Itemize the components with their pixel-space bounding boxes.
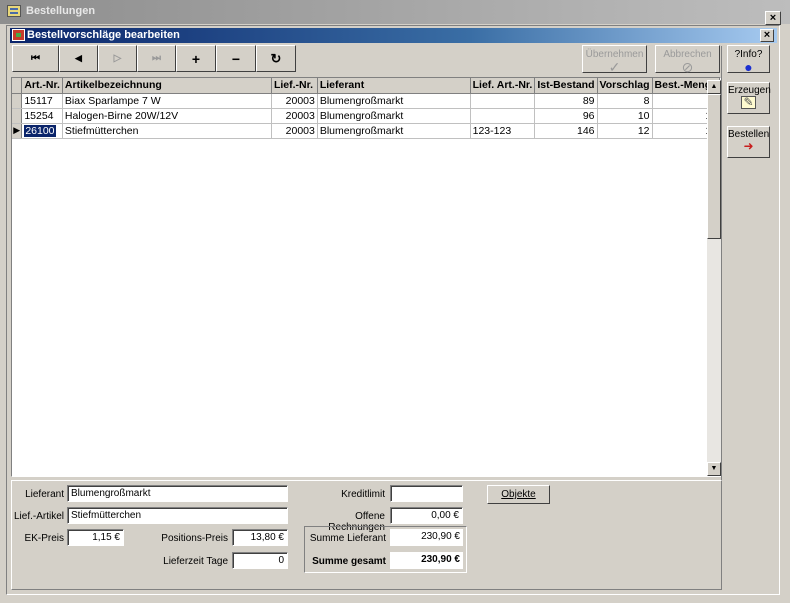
order-button[interactable]: Bestellen ➜	[727, 126, 770, 158]
col-ist-bestand[interactable]: Ist-Bestand	[534, 78, 598, 94]
window-close-button[interactable]: ×	[765, 11, 781, 25]
summe-gesamt-label: Summe gesamt	[312, 556, 386, 567]
next-icon: ▷	[113, 53, 122, 64]
summe-gesamt-field: 230,90 €	[390, 552, 463, 569]
refresh-icon: ↻	[270, 50, 282, 66]
lief-artikel-label: Lief.-Artikel	[14, 511, 65, 522]
objekte-label: Objekte	[501, 489, 536, 500]
col-lieferant[interactable]: Lieferant	[317, 78, 471, 94]
cell-lief-nr[interactable]: 20003	[271, 108, 318, 124]
order-proposals-grid[interactable]: Art.-Nr. Artikelbezeichnung Lief.-Nr. Li…	[11, 77, 721, 477]
cell-lieferant[interactable]: Blumengroßmarkt	[317, 123, 471, 139]
apply-button[interactable]: Übernehmen ✓	[582, 45, 647, 75]
info-icon: ●	[744, 59, 753, 75]
scroll-thumb[interactable]	[707, 94, 721, 239]
cell-lief-art-nr[interactable]	[470, 108, 536, 124]
cell-lieferant[interactable]: Blumengroßmarkt	[317, 93, 471, 109]
cell-vorschlag[interactable]: 12	[597, 123, 653, 139]
kreditlimit-field[interactable]	[390, 485, 463, 502]
create-button[interactable]: Erzeugen ✎	[727, 82, 771, 114]
add-record-button[interactable]: +	[176, 45, 216, 72]
prev-record-button[interactable]: ◀	[59, 45, 98, 72]
table-row[interactable]: 15117 Biax Sparlampe 7 W 20003 Blumengro…	[12, 93, 720, 109]
prev-icon: ◀	[75, 53, 82, 63]
col-lief-nr[interactable]: Lief.-Nr.	[271, 78, 318, 94]
row-indicator	[12, 93, 23, 109]
subwindow-icon	[12, 29, 25, 41]
selected-art-nr[interactable]: 26100	[24, 124, 56, 137]
cell-art-nr[interactable]: 15254	[21, 108, 63, 124]
summe-lieferant-label: Summe Lieferant	[309, 533, 386, 544]
cell-lief-art-nr[interactable]	[470, 93, 536, 109]
lieferant-label: Lieferant	[25, 489, 64, 500]
window-title: Bestellungen	[26, 5, 96, 17]
col-lief-art-nr[interactable]: Lief. Art.-Nr.	[470, 78, 536, 94]
positions-preis-field[interactable]: 13,80 €	[232, 529, 288, 546]
next-record-button[interactable]: ▷	[98, 45, 137, 72]
cell-ist-bestand[interactable]: 89	[534, 93, 598, 109]
col-art-nr[interactable]: Art.-Nr.	[21, 78, 63, 94]
lieferzeit-label: Lieferzeit Tage	[163, 556, 228, 567]
subwindow-title-bar: Bestellvorschläge bearbeiten	[10, 28, 777, 43]
window-title-bar: Bestellungen	[0, 0, 790, 24]
refresh-button[interactable]: ↻	[256, 45, 296, 72]
ek-preis-field[interactable]: 1,15 €	[67, 529, 124, 546]
minus-icon: −	[231, 50, 241, 67]
col-vorschlag[interactable]: Vorschlag	[597, 78, 653, 94]
offene-rechnungen-field[interactable]: 0,00 €	[390, 507, 463, 524]
cancel-button[interactable]: Abbrechen ⊘	[655, 45, 720, 75]
cell-ist-bestand[interactable]: 146	[534, 123, 598, 139]
subwindow-close-button[interactable]: ×	[760, 29, 774, 42]
app-icon	[7, 5, 21, 17]
current-row-marker-icon: ▶	[12, 123, 23, 139]
cell-bezeichnung[interactable]: Stiefmütterchen	[62, 123, 272, 139]
cell-vorschlag[interactable]: 8	[597, 93, 653, 109]
col-artikelbezeichnung[interactable]: Artikelbezeichnung	[62, 78, 272, 94]
cell-lief-nr[interactable]: 20003	[271, 123, 318, 139]
cancel-icon: ⊘	[681, 59, 694, 75]
lieferzeit-field[interactable]: 0	[232, 552, 288, 569]
cell-lief-art-nr[interactable]: 123-123	[470, 123, 536, 139]
kreditlimit-label: Kreditlimit	[341, 489, 385, 500]
last-record-button[interactable]: ⏭	[137, 45, 176, 72]
objekte-button[interactable]: Objekte	[487, 485, 550, 504]
cell-lieferant[interactable]: Blumengroßmarkt	[317, 108, 471, 124]
scroll-up-button[interactable]: ▲	[707, 80, 721, 94]
first-record-button[interactable]: ⏮	[12, 45, 59, 72]
cell-bezeichnung[interactable]: Halogen-Birne 20W/12V	[62, 108, 272, 124]
ek-preis-label: EK-Preis	[24, 533, 64, 544]
cell-art-nr[interactable]: 26100	[21, 123, 63, 139]
order-icon: ➜	[743, 139, 754, 153]
first-icon: ⏮	[31, 53, 40, 64]
info-button[interactable]: ?Info? ●	[727, 45, 770, 75]
last-icon: ⏭	[152, 53, 161, 64]
grid-header: Art.-Nr. Artikelbezeichnung Lief.-Nr. Li…	[12, 78, 720, 94]
row-indicator	[12, 108, 23, 124]
lief-artikel-field[interactable]: Stiefmütterchen	[67, 507, 288, 524]
cell-vorschlag[interactable]: 10	[597, 108, 653, 124]
table-row-selected[interactable]: ▶ 26100 Stiefmütterchen 20003 Blumengroß…	[12, 123, 720, 139]
table-row[interactable]: 15254 Halogen-Birne 20W/12V 20003 Blumen…	[12, 108, 720, 124]
positions-preis-label: Positions-Preis	[161, 533, 228, 544]
cell-art-nr[interactable]: 15117	[21, 93, 63, 109]
cell-bezeichnung[interactable]: Biax Sparlampe 7 W	[62, 93, 272, 109]
plus-icon: +	[191, 50, 201, 67]
lieferant-field[interactable]: Blumengroßmarkt	[67, 485, 288, 502]
delete-record-button[interactable]: −	[216, 45, 256, 72]
row-indicator-header	[12, 78, 23, 94]
cell-lief-nr[interactable]: 20003	[271, 93, 318, 109]
cell-ist-bestand[interactable]: 96	[534, 108, 598, 124]
subwindow-title: Bestellvorschläge bearbeiten	[27, 29, 180, 41]
scroll-down-button[interactable]: ▼	[707, 462, 721, 476]
create-icon: ✎	[741, 96, 756, 109]
checkmark-icon: ✓	[608, 59, 621, 75]
summe-lieferant-field: 230,90 €	[390, 529, 463, 546]
